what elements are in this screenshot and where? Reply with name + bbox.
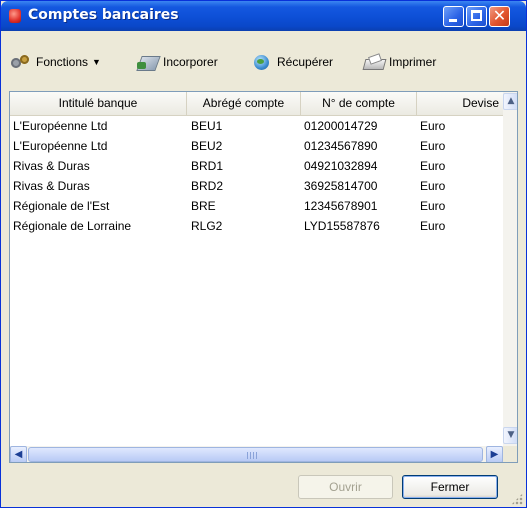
gears-icon (10, 53, 32, 71)
cell-numero: 01200014729 (304, 119, 378, 133)
cell-numero: LYD15587876 (304, 219, 380, 233)
cell-numero: 36925814700 (304, 179, 378, 193)
minimize-icon (449, 19, 457, 22)
fonctions-label: Fonctions (36, 55, 89, 69)
close-button[interactable]: ✕ (489, 6, 510, 27)
cell-devise: Euro (420, 119, 446, 133)
column-header-devise[interactable]: Devise (417, 92, 503, 115)
imprimer-button[interactable]: Imprimer (363, 51, 436, 73)
cell-numero: 12345678901 (304, 199, 378, 213)
maximize-icon (471, 10, 482, 21)
cell-numero: 01234567890 (304, 139, 378, 153)
table-row[interactable]: L'Européenne Ltd BEU2 01234567890 Euro (10, 136, 503, 156)
incorporer-icon (137, 53, 159, 71)
column-header-abrege[interactable]: Abrégé compte (187, 92, 301, 115)
horizontal-scrollbar[interactable]: ◀ ▶ (10, 446, 517, 462)
maximize-button[interactable] (466, 6, 487, 27)
cell-abrege: BEU2 (191, 139, 223, 153)
imprimer-label: Imprimer (389, 55, 437, 69)
column-header-numero[interactable]: N° de compte (301, 92, 417, 115)
cell-devise: Euro (420, 179, 446, 193)
printer-icon (363, 53, 385, 71)
cell-abrege: RLG2 (191, 219, 223, 233)
table-row[interactable]: L'Européenne Ltd BEU1 01200014729 Euro (10, 116, 503, 136)
toolbar: Fonctions ▼ Incorporer Récupérer Imprime… (2, 31, 525, 91)
window: Comptes bancaires ✕ Fonctions ▼ Incorpor… (0, 0, 527, 508)
app-icon (9, 9, 21, 23)
cell-intitule: Régionale de l'Est (13, 199, 110, 213)
incorporer-button[interactable]: Incorporer (137, 51, 218, 73)
list-header: Intitulé banque Abrégé compte N° de comp… (10, 92, 503, 116)
scroll-right-button[interactable]: ▶ (486, 446, 503, 462)
cell-numero: 04921032894 (304, 159, 378, 173)
cell-devise: Euro (420, 199, 446, 213)
resize-grip-icon[interactable] (511, 493, 523, 505)
table-row[interactable]: Rivas & Duras BRD1 04921032894 Euro (10, 156, 503, 176)
cell-abrege: BRE (191, 199, 216, 213)
grip-icon (247, 452, 259, 459)
vertical-scrollbar[interactable]: ▲ ▼ (503, 92, 517, 447)
ouvrir-button[interactable]: Ouvrir (298, 475, 393, 499)
column-header-intitule[interactable]: Intitulé banque (10, 92, 187, 115)
cell-intitule: Régionale de Lorraine (13, 219, 132, 233)
recuperer-label: Récupérer (277, 55, 334, 69)
minimize-button[interactable] (443, 6, 464, 27)
cell-devise: Euro (420, 219, 446, 233)
horizontal-scroll-thumb[interactable] (28, 447, 483, 462)
cell-abrege: BRD1 (191, 159, 224, 173)
cell-intitule: L'Européenne Ltd (13, 119, 108, 133)
table-row[interactable]: Rivas & Duras BRD2 36925814700 Euro (10, 176, 503, 196)
scrollbar-corner (503, 446, 517, 462)
fermer-button[interactable]: Fermer (402, 475, 498, 499)
cell-intitule: Rivas & Duras (13, 179, 90, 193)
cell-devise: Euro (420, 159, 446, 173)
scroll-left-button[interactable]: ◀ (10, 446, 27, 462)
close-icon: ✕ (492, 6, 507, 25)
table-row[interactable]: Régionale de Lorraine RLG2 LYD15587876 E… (10, 216, 503, 236)
list-rows: L'Européenne Ltd BEU1 01200014729 Euro L… (10, 116, 503, 236)
globe-icon (251, 53, 273, 71)
window-title: Comptes bancaires (28, 7, 179, 23)
fonctions-menu-button[interactable]: Fonctions ▼ (10, 51, 101, 73)
scroll-down-button[interactable]: ▼ (503, 427, 517, 444)
cell-devise: Euro (420, 139, 446, 153)
cell-intitule: L'Européenne Ltd (13, 139, 108, 153)
dropdown-arrow-icon: ▼ (92, 57, 101, 67)
recuperer-button[interactable]: Récupérer (251, 51, 333, 73)
incorporer-label: Incorporer (163, 55, 218, 69)
accounts-list[interactable]: Intitulé banque Abrégé compte N° de comp… (9, 91, 518, 463)
title-bar[interactable]: Comptes bancaires ✕ (1, 1, 526, 31)
table-row[interactable]: Régionale de l'Est BRE 12345678901 Euro (10, 196, 503, 216)
cell-abrege: BRD2 (191, 179, 224, 193)
scroll-up-button[interactable]: ▲ (503, 93, 517, 110)
cell-intitule: Rivas & Duras (13, 159, 90, 173)
cell-abrege: BEU1 (191, 119, 223, 133)
